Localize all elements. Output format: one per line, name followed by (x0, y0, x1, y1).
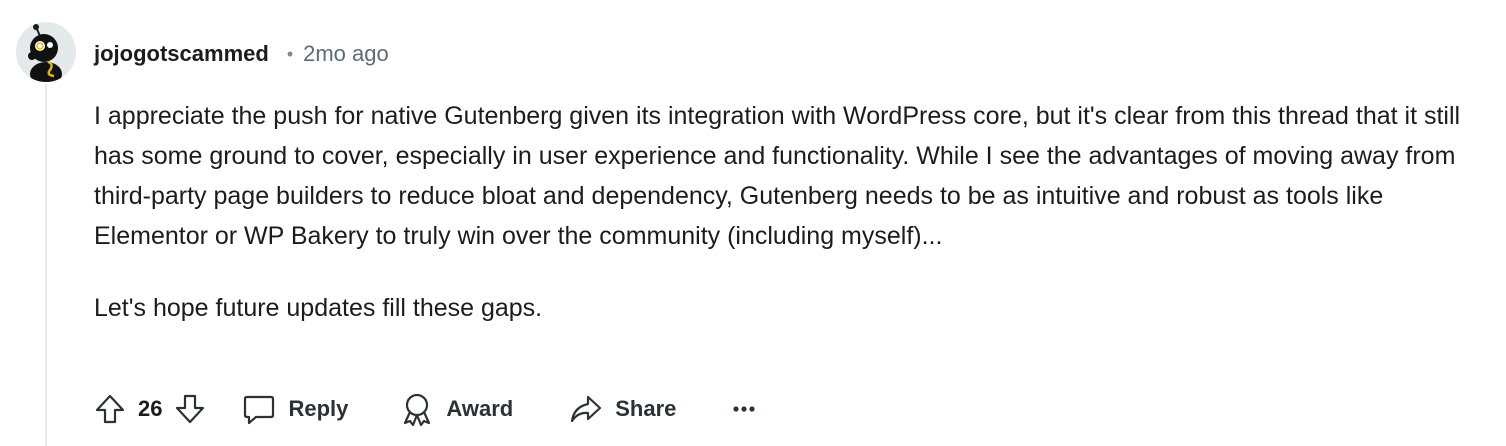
more-options-button[interactable] (724, 389, 764, 429)
vote-count: 26 (138, 396, 163, 421)
avatar[interactable] (16, 22, 76, 82)
share-label: Share (615, 396, 677, 421)
comment-paragraph: I appreciate the push for native Gutenbe… (94, 102, 1461, 250)
snoo-avatar-icon (16, 22, 76, 82)
thread-line[interactable] (45, 84, 47, 446)
award-label: Award (446, 396, 514, 421)
action-bar: 26 Reply Award Share (90, 388, 764, 430)
reply-label: Reply (288, 396, 349, 421)
share-arrow-icon (571, 395, 602, 423)
downvote-arrow-icon (176, 394, 205, 424)
speech-bubble-icon (244, 395, 275, 425)
comment-header: jojogotscammed • 2mo ago (94, 36, 389, 72)
share-button[interactable]: Share (569, 389, 676, 429)
meta-separator: • (286, 43, 294, 64)
award-ribbon-icon (404, 393, 431, 426)
downvote-button[interactable] (170, 389, 210, 429)
username[interactable]: jojogotscammed (94, 41, 269, 67)
upvote-arrow-icon (95, 394, 125, 424)
ellipsis-icon (733, 406, 756, 412)
award-button[interactable]: Award (400, 389, 513, 429)
reply-button[interactable]: Reply (242, 389, 348, 429)
comment-paragraph: Let's hope future updates fill these gap… (94, 294, 543, 322)
upvote-button[interactable] (90, 389, 130, 429)
comment: jojogotscammed • 2mo ago I appreciate th… (0, 0, 1506, 446)
comment-body: I appreciate the push for native Gutenbe… (94, 96, 1494, 328)
timestamp[interactable]: 2mo ago (303, 41, 389, 67)
